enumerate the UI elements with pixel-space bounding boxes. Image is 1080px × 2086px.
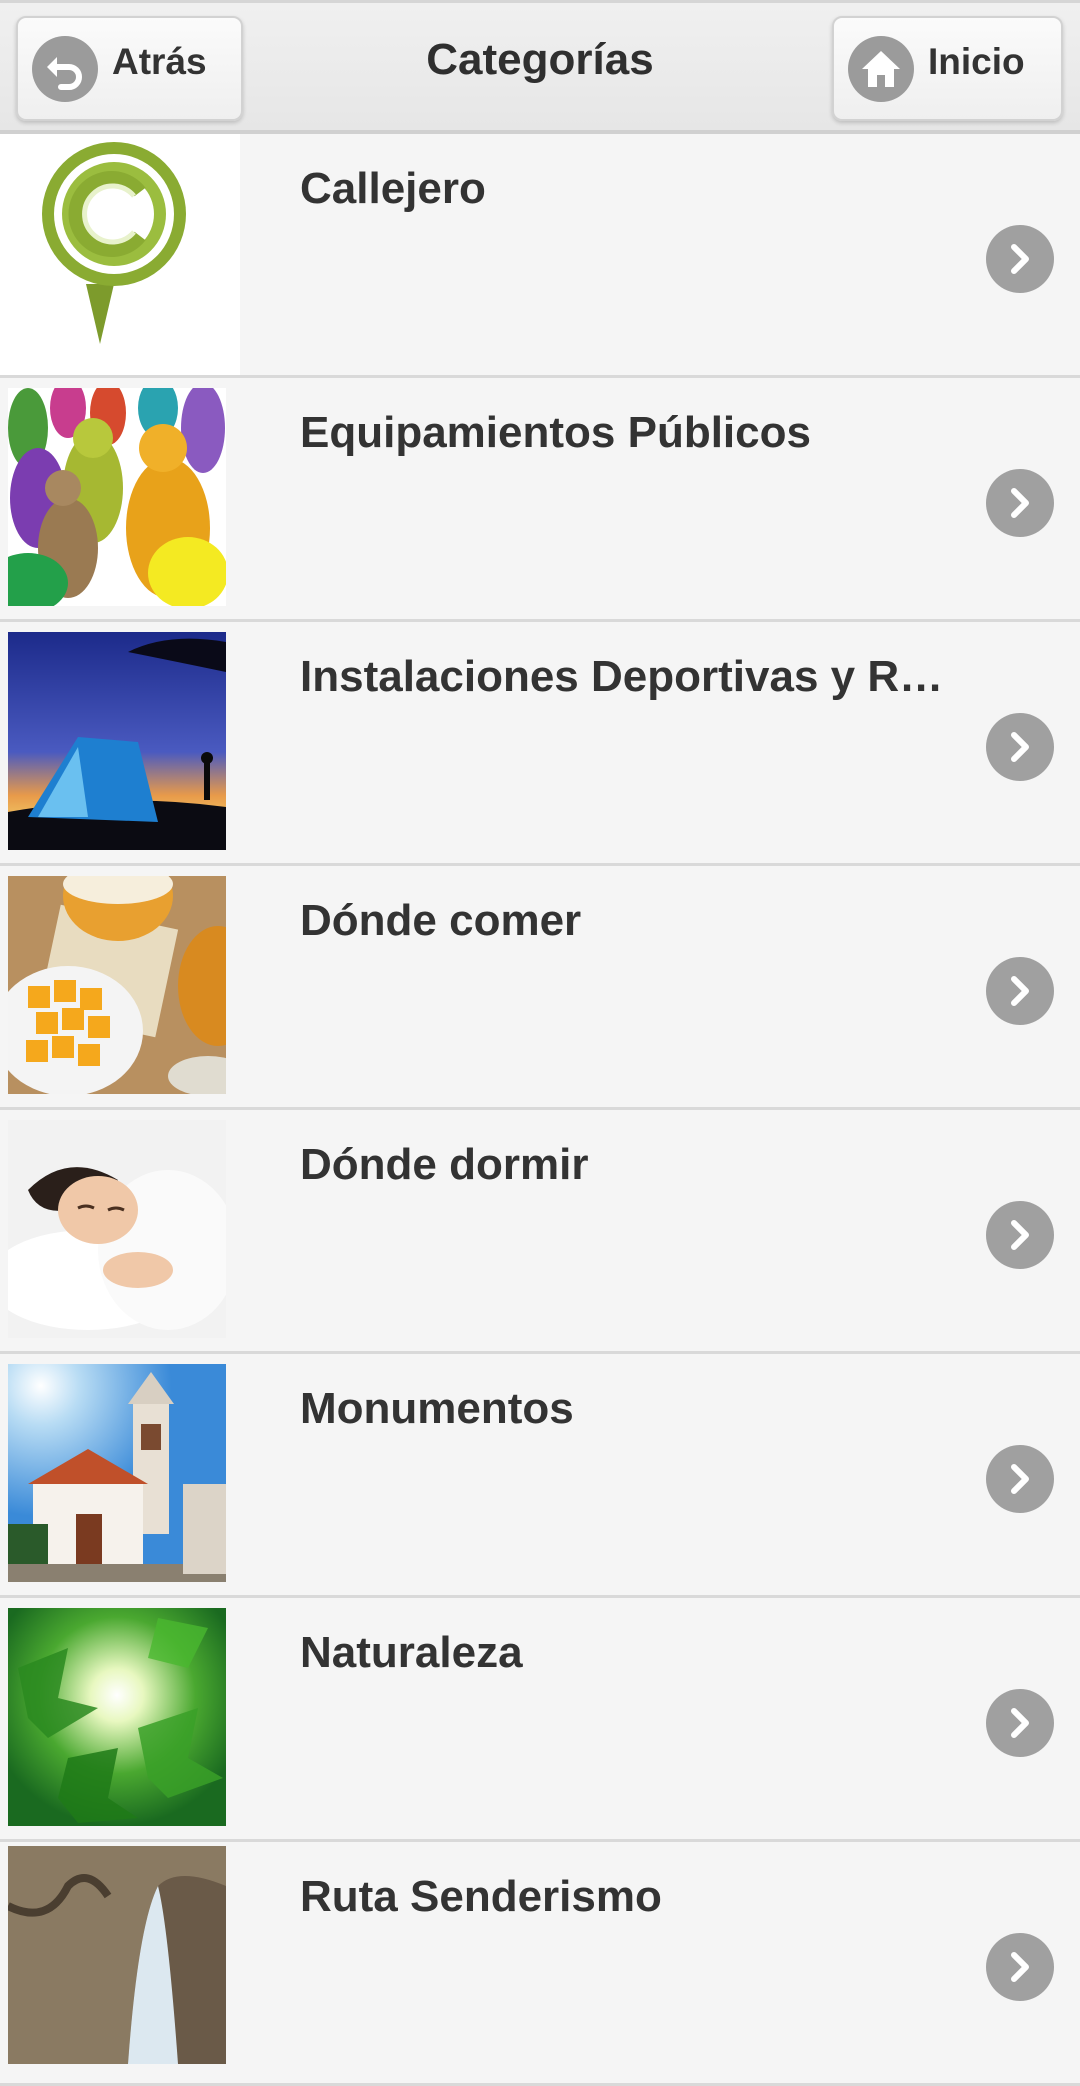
tent-sunset-image	[8, 632, 226, 850]
list-item-label: Monumentos	[300, 1384, 574, 1433]
chevron-right-icon[interactable]	[986, 1689, 1054, 1757]
list-item-instalaciones-deportivas[interactable]: Instalaciones Deportivas y R…	[0, 622, 1080, 866]
list-item-label: Callejero	[300, 164, 486, 213]
beer-cheese-image	[8, 876, 226, 1094]
chevron-right-icon[interactable]	[986, 1445, 1054, 1513]
list-item-callejero[interactable]: Callejero	[0, 134, 1080, 378]
category-list: Callejero Equipamientos Públicos Instala…	[0, 134, 1080, 2086]
chevron-right-icon[interactable]	[986, 1933, 1054, 2001]
list-item-monumentos[interactable]: Monumentos	[0, 1354, 1080, 1598]
chevron-right-icon[interactable]	[986, 713, 1054, 781]
home-button-label: Inicio	[928, 40, 1025, 82]
header-bar: Atrás Categorías Inicio	[0, 0, 1080, 134]
list-item-label: Instalaciones Deportivas y R…	[300, 652, 944, 701]
people-group-image	[8, 388, 226, 606]
list-item-donde-comer[interactable]: Dónde comer	[0, 866, 1080, 1110]
church-tower-image	[8, 1364, 226, 1582]
list-item-label: Equipamientos Públicos	[300, 408, 811, 457]
list-item-label: Dónde comer	[300, 896, 582, 945]
chevron-right-icon[interactable]	[986, 957, 1054, 1025]
rock-cave-image	[8, 1846, 226, 2064]
chevron-right-icon[interactable]	[986, 469, 1054, 537]
page-title: Categorías	[426, 35, 654, 84]
list-item-label: Dónde dormir	[300, 1140, 589, 1189]
list-item-naturaleza[interactable]: Naturaleza	[0, 1598, 1080, 1842]
list-item-label: Naturaleza	[300, 1628, 523, 1677]
callejero-pin-icon	[0, 134, 240, 348]
back-button-label: Atrás	[112, 40, 207, 82]
back-arrow-icon	[32, 35, 98, 102]
home-icon	[848, 35, 914, 102]
list-item-donde-dormir[interactable]: Dónde dormir	[0, 1110, 1080, 1354]
list-item-ruta-senderismo[interactable]: Ruta Senderismo	[0, 1842, 1080, 2086]
list-item-equipamientos[interactable]: Equipamientos Públicos	[0, 378, 1080, 622]
back-button[interactable]: Atrás	[16, 16, 243, 121]
chevron-right-icon[interactable]	[986, 225, 1054, 293]
home-button[interactable]: Inicio	[832, 16, 1063, 121]
list-item-label: Ruta Senderismo	[300, 1872, 662, 1921]
green-leaves-image	[8, 1608, 226, 1826]
sleeping-woman-image	[8, 1120, 226, 1338]
chevron-right-icon[interactable]	[986, 1201, 1054, 1269]
